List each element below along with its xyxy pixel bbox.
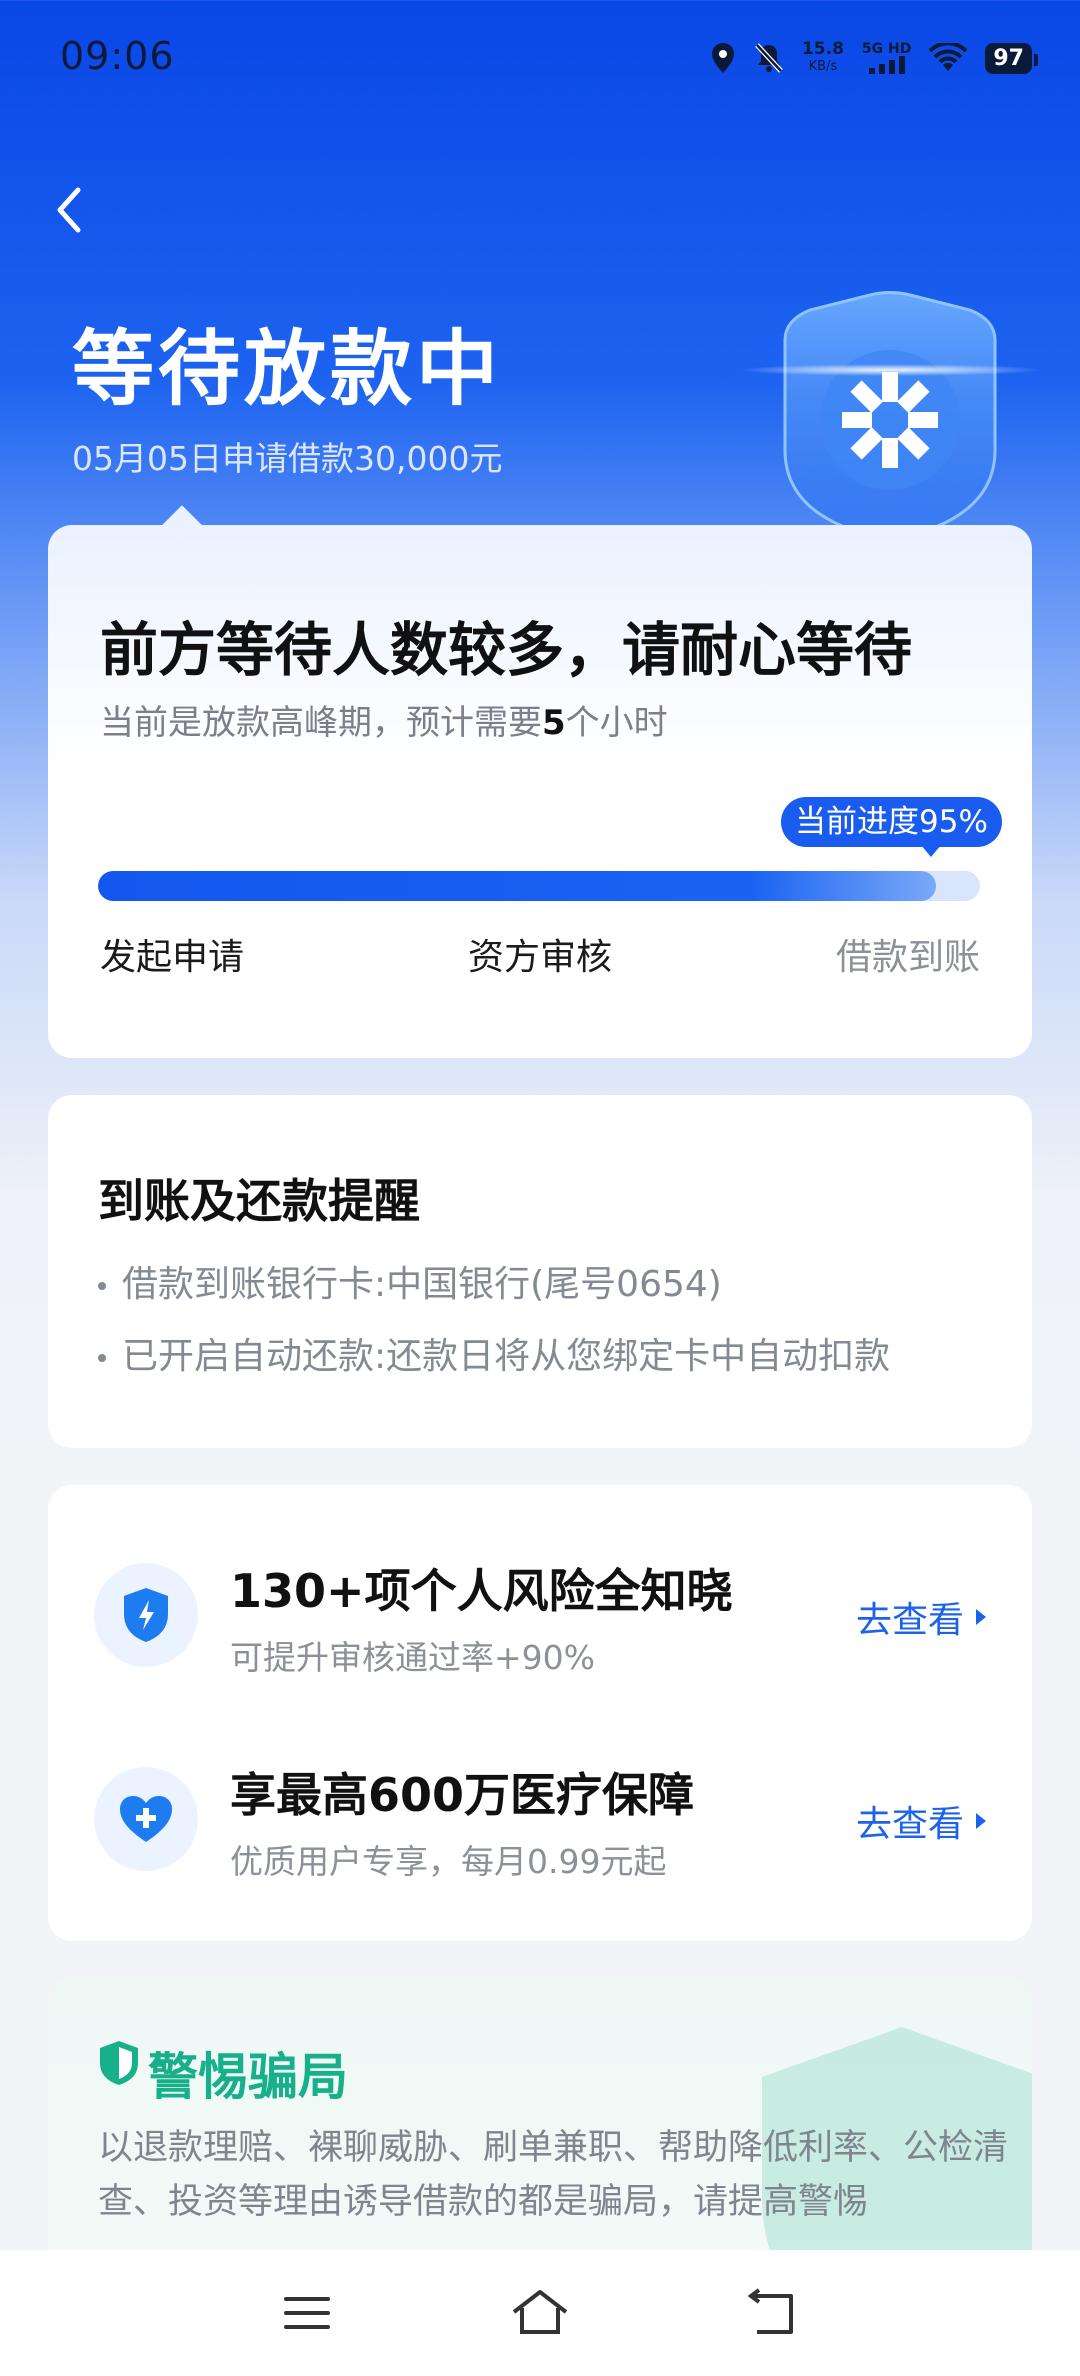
status-icons: 15.8 KB/s 5G HD 97 bbox=[710, 36, 1038, 80]
signal-icon bbox=[868, 56, 905, 74]
progress-description: 当前是放款高峰期，预计需要5个小时 bbox=[100, 703, 668, 743]
triangle-right-icon bbox=[976, 1609, 986, 1625]
fraud-text: 以退款理赔、裸聊威胁、刷单兼职、帮助降低利率、公检清查、投资等理由诱导借款的都是… bbox=[98, 2128, 1009, 2222]
progress-headline: 前方等待人数较多，请耐心等待 bbox=[100, 616, 913, 684]
reminder-line: 借款到账银行卡:中国银行(尾号0654) bbox=[98, 1255, 722, 1307]
shield-lightning-icon bbox=[94, 1563, 198, 1667]
menu-button[interactable] bbox=[267, 2273, 347, 2353]
reminder-card: 到账及还款提醒 借款到账银行卡:中国银行(尾号0654) 已开启自动还款:还款日… bbox=[48, 1095, 1032, 1448]
wifi-icon bbox=[929, 43, 968, 71]
fraud-title: 警惕骗局 bbox=[148, 2048, 348, 2106]
step-apply: 发起申请 bbox=[100, 937, 245, 978]
heart-plus-icon bbox=[94, 1767, 198, 1871]
application-summary: 05月05日申请借款30,000元 bbox=[72, 439, 503, 478]
progress-fill bbox=[98, 871, 936, 901]
service-subtitle: 可提升审核通过率+90% bbox=[230, 1638, 595, 1677]
menu-icon bbox=[283, 2297, 330, 2329]
location-icon bbox=[711, 43, 734, 73]
home-icon bbox=[512, 2290, 568, 2334]
mute-icon bbox=[755, 43, 783, 73]
services-card: 130+项个人风险全知晓 可提升审核通过率+90% 去查看 享最高600万医疗保… bbox=[48, 1485, 1032, 1941]
shield-illustration bbox=[740, 280, 1060, 542]
view-risk-link[interactable]: 去查看 bbox=[856, 1591, 986, 1643]
back-button[interactable] bbox=[40, 180, 100, 240]
service-title: 享最高600万医疗保障 bbox=[230, 1768, 695, 1822]
progress-badge: 当前进度95% bbox=[781, 797, 1002, 857]
triangle-right-icon bbox=[976, 1813, 986, 1829]
reminder-line: 已开启自动还款:还款日将从您绑定卡中自动扣款 bbox=[98, 1327, 890, 1379]
service-title: 130+项个人风险全知晓 bbox=[230, 1564, 733, 1618]
reminder-title: 到账及还款提醒 bbox=[98, 1174, 420, 1228]
shield-check-icon bbox=[100, 2041, 138, 2085]
service-subtitle: 优质用户专享，每月0.99元起 bbox=[230, 1842, 667, 1881]
signal-indicator: 5G HD bbox=[862, 42, 911, 74]
service-item-medical[interactable]: 享最高600万医疗保障 优质用户专享，每月0.99元起 去查看 bbox=[48, 1729, 1032, 1909]
net-speed: 15.8 KB/s bbox=[801, 39, 844, 75]
home-button[interactable] bbox=[500, 2273, 580, 2353]
page-title: 等待放款中 bbox=[72, 322, 503, 417]
chevron-left-icon bbox=[57, 187, 81, 233]
back-nav-button[interactable] bbox=[733, 2273, 813, 2353]
status-time: 09:06 bbox=[60, 34, 175, 78]
view-medical-link[interactable]: 去查看 bbox=[856, 1795, 986, 1847]
back-arrow-icon bbox=[747, 2288, 794, 2334]
battery-indicator: 97 bbox=[985, 42, 1038, 74]
progress-bar bbox=[98, 871, 980, 901]
step-disbursed: 借款到账 bbox=[835, 937, 980, 978]
system-nav-bar bbox=[0, 2250, 1080, 2376]
shield-emblem-icon bbox=[740, 291, 1040, 542]
service-item-risk-report[interactable]: 130+项个人风险全知晓 可提升审核通过率+90% 去查看 bbox=[48, 1525, 1032, 1705]
step-review: 资方审核 bbox=[468, 937, 613, 978]
progress-card: 前方等待人数较多，请耐心等待 当前是放款高峰期，预计需要5个小时 当前进度95%… bbox=[48, 525, 1032, 1058]
